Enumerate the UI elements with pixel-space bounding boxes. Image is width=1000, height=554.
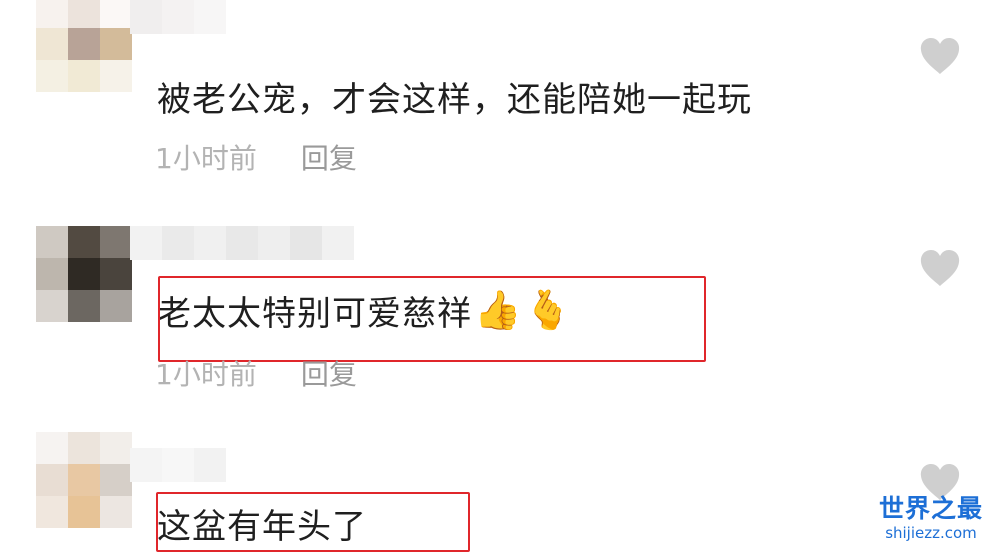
watermark-url: shijiezz.com bbox=[885, 524, 977, 542]
avatar[interactable] bbox=[36, 0, 132, 92]
heart-icon[interactable] bbox=[918, 248, 962, 288]
comment-text: 被老公宠，才会这样，还能陪她一起玩 bbox=[157, 79, 752, 120]
highlight-box bbox=[158, 276, 706, 362]
heart-icon[interactable] bbox=[918, 36, 962, 76]
watermark-title: 世界之最 bbox=[878, 494, 983, 523]
comment-time: 1小时前 bbox=[155, 142, 257, 175]
reply-button[interactable]: 回复 bbox=[301, 353, 357, 393]
highlight-box bbox=[156, 492, 470, 552]
watermark-logo: 世界之最 shijiezz.com bbox=[868, 494, 994, 550]
username-blurred[interactable] bbox=[130, 0, 226, 34]
reply-button[interactable]: 回复 bbox=[301, 137, 357, 177]
comment-meta: 1小时前 回复 bbox=[155, 137, 357, 177]
avatar[interactable] bbox=[36, 226, 132, 322]
username-blurred[interactable] bbox=[130, 448, 226, 482]
avatar[interactable] bbox=[36, 432, 132, 528]
username-blurred[interactable] bbox=[130, 226, 354, 260]
comment-meta: 1小时前 回复 bbox=[155, 353, 357, 393]
comment-time: 1小时前 bbox=[155, 358, 257, 391]
